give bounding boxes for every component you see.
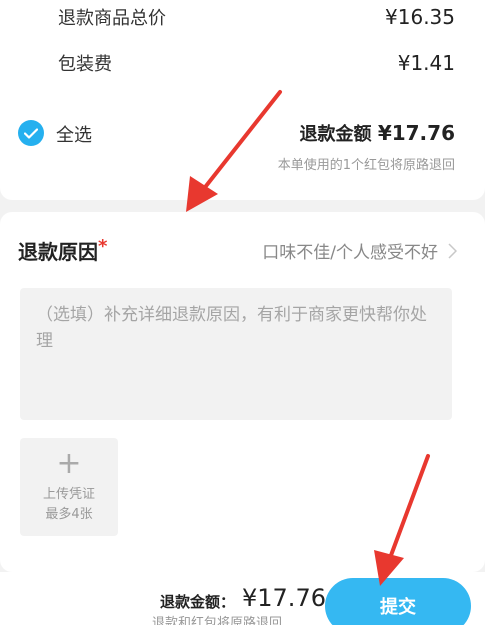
goods-total-label: 退款商品总价 — [58, 8, 166, 29]
reason-selector[interactable]: 口味不佳/个人感受不好 — [262, 238, 457, 263]
footer-note: 退款和红包将原路退回 — [152, 616, 283, 625]
checkmark-icon — [24, 127, 38, 139]
reason-title: 退款原因* — [18, 236, 107, 265]
refund-amount-value: ¥17.76 — [377, 121, 455, 145]
submit-button[interactable]: 提交 — [325, 578, 471, 625]
plus-icon: + — [56, 446, 82, 481]
refund-note: 本单使用的1个红包将原路退回 — [277, 158, 455, 173]
goods-total-value: ¥16.35 — [385, 5, 455, 29]
refund-detail-textarea[interactable]: （选填）补充详细退款原因，有利于商家更快帮你处理 — [20, 288, 452, 420]
reason-title-text: 退款原因 — [18, 240, 98, 264]
goods-total-row: 退款商品总价 ¥16.35 — [58, 2, 455, 32]
upload-label-line2: 最多4张 — [45, 507, 93, 522]
required-mark: * — [98, 236, 108, 257]
packing-fee-row: 包装费 ¥1.41 — [58, 48, 455, 78]
upload-proof-button[interactable]: + 上传凭证 最多4张 — [20, 438, 118, 536]
reason-selected-value: 口味不佳/个人感受不好 — [262, 243, 438, 263]
select-all-checkbox[interactable] — [18, 120, 44, 146]
refund-amount: 退款金额 ¥17.76 — [300, 120, 455, 146]
upload-label-line1: 上传凭证 — [42, 487, 95, 502]
refund-amount-label: 退款金额 — [299, 124, 372, 145]
select-all-label[interactable]: 全选 — [56, 121, 92, 147]
refund-detail-placeholder: （选填）补充详细退款原因，有利于商家更快帮你处理 — [36, 305, 427, 351]
packing-fee-label: 包装费 — [58, 54, 112, 75]
chevron-right-icon — [448, 242, 457, 259]
footer-amount-label: 退款金额： — [160, 593, 236, 611]
packing-fee-value: ¥1.41 — [397, 51, 455, 75]
footer-amount-value: ¥17.76 — [242, 584, 326, 612]
